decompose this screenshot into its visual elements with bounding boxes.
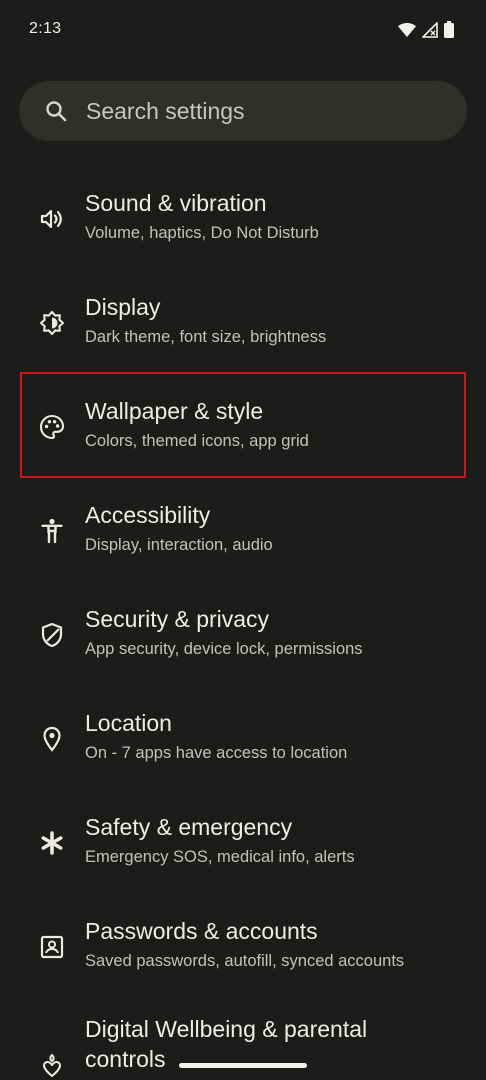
search-placeholder: Search settings xyxy=(86,97,245,124)
item-subtitle: On - 7 apps have access to location xyxy=(85,744,348,762)
search-icon xyxy=(44,99,68,123)
location-pin-icon xyxy=(38,725,66,753)
settings-item-accessibility[interactable]: Accessibility Display, interaction, audi… xyxy=(0,478,486,582)
item-title: Safety & emergency xyxy=(85,814,293,840)
shield-icon xyxy=(38,621,66,649)
item-title: Security & privacy xyxy=(85,606,270,632)
palette-icon xyxy=(38,413,66,441)
item-subtitle: Volume, haptics, Do Not Disturb xyxy=(85,224,319,242)
item-subtitle: Emergency SOS, medical info, alerts xyxy=(85,848,355,866)
settings-item-location[interactable]: Location On - 7 apps have access to loca… xyxy=(0,686,486,790)
settings-item-security-privacy[interactable]: Security & privacy App security, device … xyxy=(0,582,486,686)
item-subtitle: App security, device lock, permissions xyxy=(85,640,363,658)
item-subtitle: Display, interaction, audio xyxy=(85,536,273,554)
settings-item-wallpaper-style[interactable]: Wallpaper & style Colors, themed icons, … xyxy=(0,374,486,478)
item-title: Wallpaper & style xyxy=(85,398,264,424)
signal-icon xyxy=(422,21,438,38)
wifi-icon xyxy=(398,22,416,37)
item-title: Accessibility xyxy=(85,502,211,528)
settings-item-passwords-accounts[interactable]: Passwords & accounts Saved passwords, au… xyxy=(0,894,486,998)
volume-icon xyxy=(38,205,66,233)
settings-item-sound-vibration[interactable]: Sound & vibration Volume, haptics, Do No… xyxy=(0,166,486,270)
item-title: Display xyxy=(85,294,161,320)
brightness-icon xyxy=(38,309,66,337)
settings-screen: 2:13 Search settings Sound & vibration V… xyxy=(0,0,486,1080)
status-bar: 2:13 xyxy=(0,0,486,62)
account-box-icon xyxy=(38,933,66,961)
status-icons xyxy=(398,21,454,38)
settings-item-safety-emergency[interactable]: Safety & emergency Emergency SOS, medica… xyxy=(0,790,486,894)
item-subtitle: Colors, themed icons, app grid xyxy=(85,432,309,450)
accessibility-icon xyxy=(38,517,66,545)
gesture-navigation-bar[interactable] xyxy=(179,1063,307,1068)
settings-list: Sound & vibration Volume, haptics, Do No… xyxy=(0,166,486,1080)
item-subtitle: Saved passwords, autofill, synced accoun… xyxy=(85,952,405,970)
settings-item-display[interactable]: Display Dark theme, font size, brightnes… xyxy=(0,270,486,374)
item-title: Sound & vibration xyxy=(85,190,267,216)
item-subtitle: Dark theme, font size, brightness xyxy=(85,328,327,346)
item-title: Passwords & accounts xyxy=(85,918,318,944)
wellbeing-icon xyxy=(38,1051,66,1079)
item-title: Location xyxy=(85,710,172,736)
search-bar[interactable]: Search settings xyxy=(19,81,467,141)
asterisk-icon xyxy=(38,829,66,857)
battery-icon xyxy=(444,21,454,38)
status-time: 2:13 xyxy=(29,20,62,37)
